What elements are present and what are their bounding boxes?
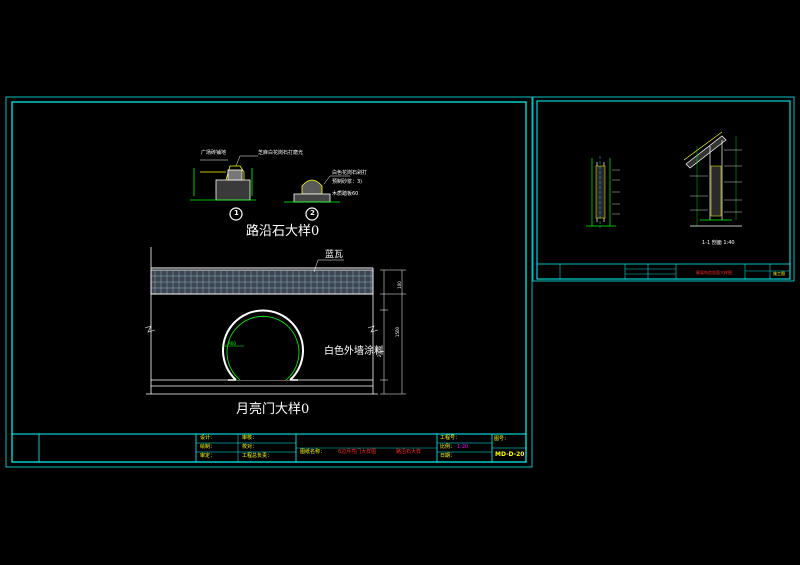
side-section-title: 1-1 剖面 1:40 [702, 240, 735, 246]
side-title-red: 廊架构造剖面大样图 [696, 270, 732, 275]
pergola-section-right [683, 131, 742, 227]
side-title-block-right: 施工图 [773, 271, 785, 276]
pillar-section-left [586, 156, 620, 228]
drawing-canvas: 广场砖铺地 芝麻白花岗石打磨光 白色花岗石剁打 预制砂浆：3) 木质踏板60 1… [0, 0, 800, 565]
side-sheet-frame [532, 96, 795, 282]
